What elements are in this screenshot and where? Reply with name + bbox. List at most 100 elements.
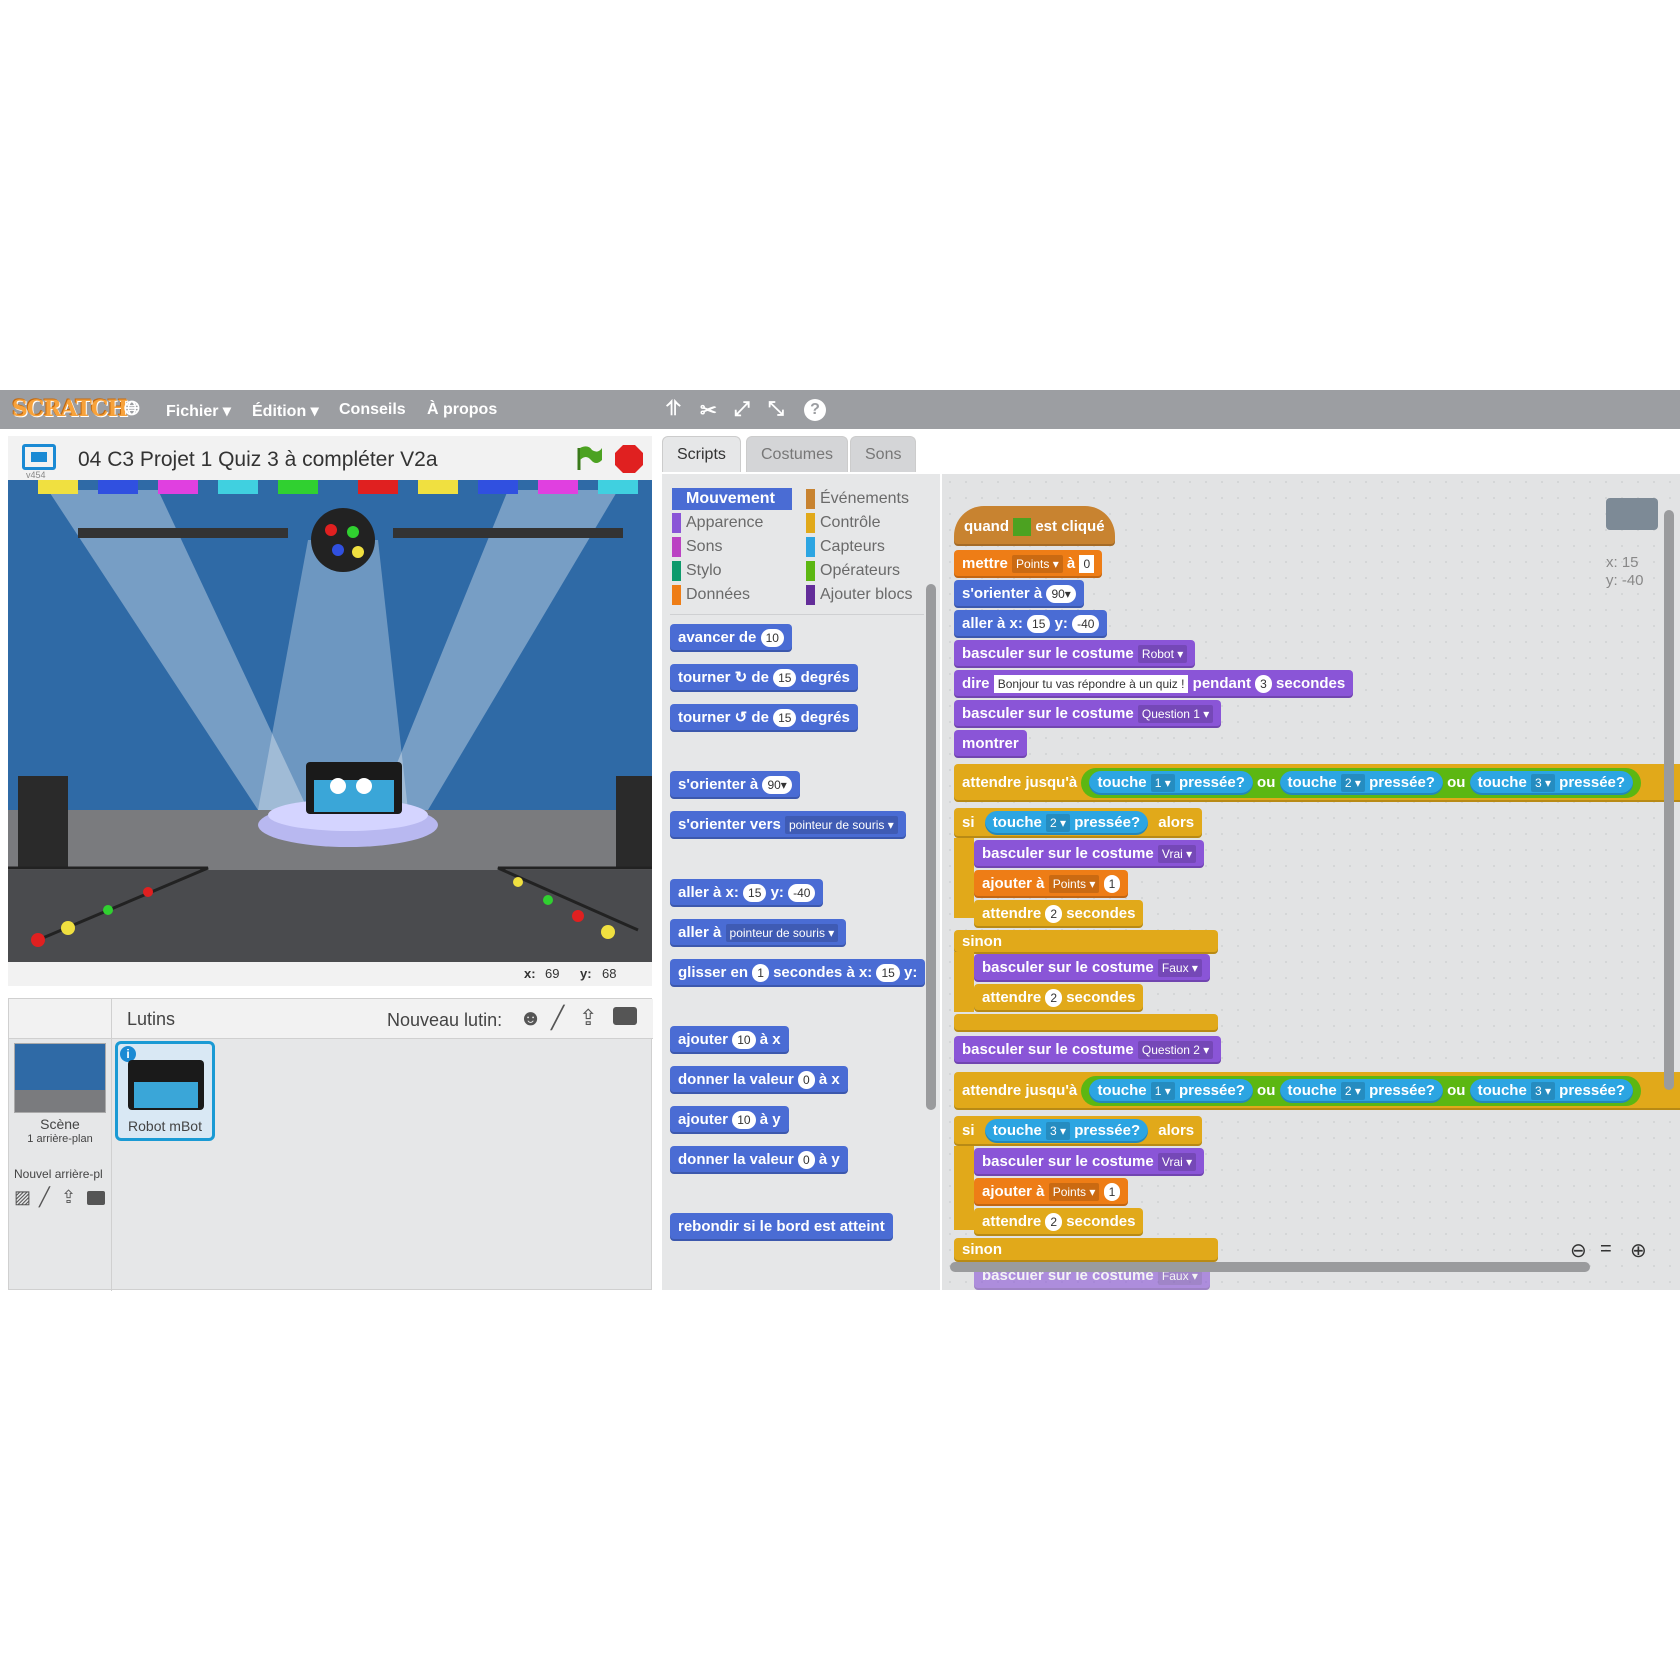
mouse-coordinates: x: 69 y: 68 <box>8 962 652 986</box>
category-capteurs[interactable]: Capteurs <box>806 536 885 558</box>
scripts-vertical-scrollbar[interactable] <box>1664 510 1674 1090</box>
key-1-pressed-sensor[interactable]: touche 1 ▾ pressée? <box>1089 771 1253 796</box>
duplicate-icon[interactable]: ⥣ <box>666 398 681 421</box>
grow-icon[interactable]: ⤢ <box>734 398 750 421</box>
mouse-y-label: y: <box>580 966 592 981</box>
key-3-pressed-sensor[interactable]: touche 3 ▾ pressée? <box>1469 771 1634 796</box>
tab-scripts[interactable]: Scripts <box>662 436 741 472</box>
palette-turn-left-block[interactable]: tourner ↺ de 15 degrés <box>670 704 858 732</box>
scratch-editor: SCRATCH 🌐︎ Fichier ▾ Édition ▾ Conseils … <box>0 390 1680 1291</box>
when-flag-clicked-block[interactable]: quand est cliqué <box>954 506 1115 546</box>
zoom-out-icon[interactable]: ⊖ <box>1570 1238 1587 1263</box>
show-block[interactable]: montrer <box>954 730 1027 758</box>
point-direction-block[interactable]: s'orienter à 90▾ <box>954 580 1084 608</box>
scratch-logo[interactable]: SCRATCH <box>12 396 128 422</box>
palette-bounce-block[interactable]: rebondir si le bord est atteint <box>670 1213 893 1241</box>
switch-costume-faux-block[interactable]: basculer sur le costume Faux ▾ <box>974 954 1210 982</box>
category-stylo[interactable]: Stylo <box>672 560 722 582</box>
palette-set-y-block[interactable]: donner la valeur 0 à y <box>670 1146 848 1174</box>
menu-edition[interactable]: Édition ▾ <box>252 401 319 421</box>
category-sons[interactable]: Sons <box>672 536 722 558</box>
if-else-block-1[interactable]: si touche 2 ▾ pressée? alors <box>954 808 1203 838</box>
else-branch-bar <box>954 952 974 1012</box>
tab-costumes[interactable]: Costumes <box>746 436 849 472</box>
palette-point-towards-block[interactable]: s'orienter vers pointeur de souris ▾ <box>670 811 906 839</box>
category-controle[interactable]: Contrôle <box>806 512 880 534</box>
globe-icon[interactable]: 🌐︎ <box>124 398 140 421</box>
palette-goto-xy-block[interactable]: aller à x: 15 y: -40 <box>670 879 824 907</box>
sprite-name: Robot mBot <box>128 1118 202 1134</box>
if-else-block-2[interactable]: si touche 3 ▾ pressée? alors <box>954 1116 1203 1146</box>
palette-set-x-block[interactable]: donner la valeur 0 à x <box>670 1066 848 1094</box>
if-branch-bar <box>954 838 974 918</box>
category-evenements[interactable]: Événements <box>806 488 909 510</box>
set-variable-block[interactable]: mettre Points ▾ à 0 <box>954 550 1103 578</box>
if-key-3-sensor[interactable]: touche 3 ▾ pressée? <box>984 1119 1149 1143</box>
delete-icon[interactable]: ✂ <box>700 398 717 423</box>
sprite-robot-mbot[interactable]: i Robot mBot <box>115 1041 215 1141</box>
wait-until-block-2[interactable]: attendre jusqu'à touche 1 ▾ pressée? ou … <box>954 1072 1680 1110</box>
zoom-in-icon[interactable]: ⊕ <box>1630 1238 1647 1263</box>
palette-change-y-block[interactable]: ajouter 10 à y <box>670 1106 789 1134</box>
stage[interactable] <box>8 480 652 962</box>
upload-sprite-icon[interactable]: ⇪ <box>579 1005 597 1031</box>
goto-xy-block[interactable]: aller à x: 15 y: -40 <box>954 610 1108 638</box>
switch-costume-vrai-block[interactable]: basculer sur le costume Vrai ▾ <box>974 1148 1205 1176</box>
stage-backdrop <box>8 480 652 962</box>
menu-fichier[interactable]: Fichier ▾ <box>166 401 231 421</box>
paint-sprite-icon[interactable]: ╱ <box>551 1005 564 1031</box>
scene-backdrop-count: 1 arrière-plan <box>27 1133 93 1145</box>
category-ajouter-blocs[interactable]: Ajouter blocs <box>806 584 913 606</box>
green-flag-icon[interactable] <box>574 444 604 472</box>
say-for-secs-block[interactable]: dire Bonjour tu vas répondre à un quiz !… <box>954 670 1354 698</box>
wait-secs-block[interactable]: attendre 2 secondes <box>974 1208 1144 1236</box>
fullscreen-icon[interactable] <box>22 444 56 470</box>
tab-sons[interactable]: Sons <box>850 436 917 472</box>
sprites-title: Lutins <box>127 1009 176 1029</box>
palette-turn-right-block[interactable]: tourner ↻ de 15 degrés <box>670 664 858 692</box>
change-points-block[interactable]: ajouter à Points ▾ 1 <box>974 870 1129 898</box>
wait-secs-block[interactable]: attendre 2 secondes <box>974 900 1144 928</box>
key-2-pressed-sensor[interactable]: touche 2 ▾ pressée? <box>1279 1079 1443 1104</box>
wait-secs-block[interactable]: attendre 2 secondes <box>974 984 1144 1012</box>
key-3-pressed-sensor[interactable]: touche 3 ▾ pressée? <box>1469 1079 1634 1104</box>
project-title[interactable]: 04 C3 Projet 1 Quiz 3 à compléter V2a <box>78 448 438 472</box>
palette-scrollbar[interactable] <box>926 584 936 1110</box>
mouse-x-value: 69 <box>545 966 560 981</box>
sprite-preview-icon <box>1606 498 1658 530</box>
menu-conseils[interactable]: Conseils <box>339 401 406 419</box>
shrink-icon[interactable]: ⤡ <box>768 398 784 421</box>
palette-move-block[interactable]: avancer de 10 <box>670 624 792 652</box>
palette-goto-block[interactable]: aller à pointeur de souris ▾ <box>670 919 847 947</box>
stop-icon[interactable] <box>614 444 644 474</box>
menu-a-propos[interactable]: À propos <box>427 401 497 419</box>
key-1-pressed-sensor[interactable]: touche 1 ▾ pressée? <box>1089 1079 1253 1104</box>
change-points-block[interactable]: ajouter à Points ▾ 1 <box>974 1178 1129 1206</box>
category-mouvement[interactable]: Mouvement <box>672 488 792 510</box>
camera-icon[interactable] <box>613 1007 637 1025</box>
palette-glide-block[interactable]: glisser en 1 secondes à x: 15 y: <box>670 959 926 987</box>
scripts-horizontal-scrollbar[interactable] <box>950 1262 1590 1272</box>
upload-backdrop-icon[interactable]: ⇪ <box>61 1187 76 1208</box>
scene-thumbnail[interactable] <box>14 1043 106 1113</box>
backdrop-camera-icon[interactable] <box>87 1191 105 1205</box>
scripts-area[interactable]: x: 15 y: -40 quand est cliqué mettre Poi… <box>942 474 1680 1290</box>
category-operateurs[interactable]: Opérateurs <box>806 560 900 582</box>
sprite-library-icon[interactable]: ☻ <box>519 1005 542 1031</box>
palette-point-direction-block[interactable]: s'orienter à 90▾ <box>670 771 800 799</box>
sprites-header: Lutins Nouveau lutin: ☻ ╱ ⇪ <box>9 999 653 1291</box>
switch-costume-vrai-block[interactable]: basculer sur le costume Vrai ▾ <box>974 840 1205 868</box>
category-apparence[interactable]: Apparence <box>672 512 763 534</box>
key-2-pressed-sensor[interactable]: touche 2 ▾ pressée? <box>1279 771 1443 796</box>
if-key-2-sensor[interactable]: touche 2 ▾ pressée? <box>984 811 1149 835</box>
switch-costume-q1-block[interactable]: basculer sur le costume Question 1 ▾ <box>954 700 1222 728</box>
backdrop-library-icon[interactable]: ▨ <box>14 1187 31 1208</box>
wait-until-block-1[interactable]: attendre jusqu'à touche 1 ▾ pressée? ou … <box>954 764 1680 802</box>
category-donnees[interactable]: Données <box>672 584 750 606</box>
zoom-reset-icon[interactable]: = <box>1600 1238 1612 1261</box>
switch-costume-robot-block[interactable]: basculer sur le costume Robot ▾ <box>954 640 1196 668</box>
help-icon[interactable]: ? <box>804 399 826 421</box>
switch-costume-q2-block[interactable]: basculer sur le costume Question 2 ▾ <box>954 1036 1222 1064</box>
paint-backdrop-icon[interactable]: ╱ <box>39 1187 50 1208</box>
palette-change-x-block[interactable]: ajouter 10 à x <box>670 1026 789 1054</box>
